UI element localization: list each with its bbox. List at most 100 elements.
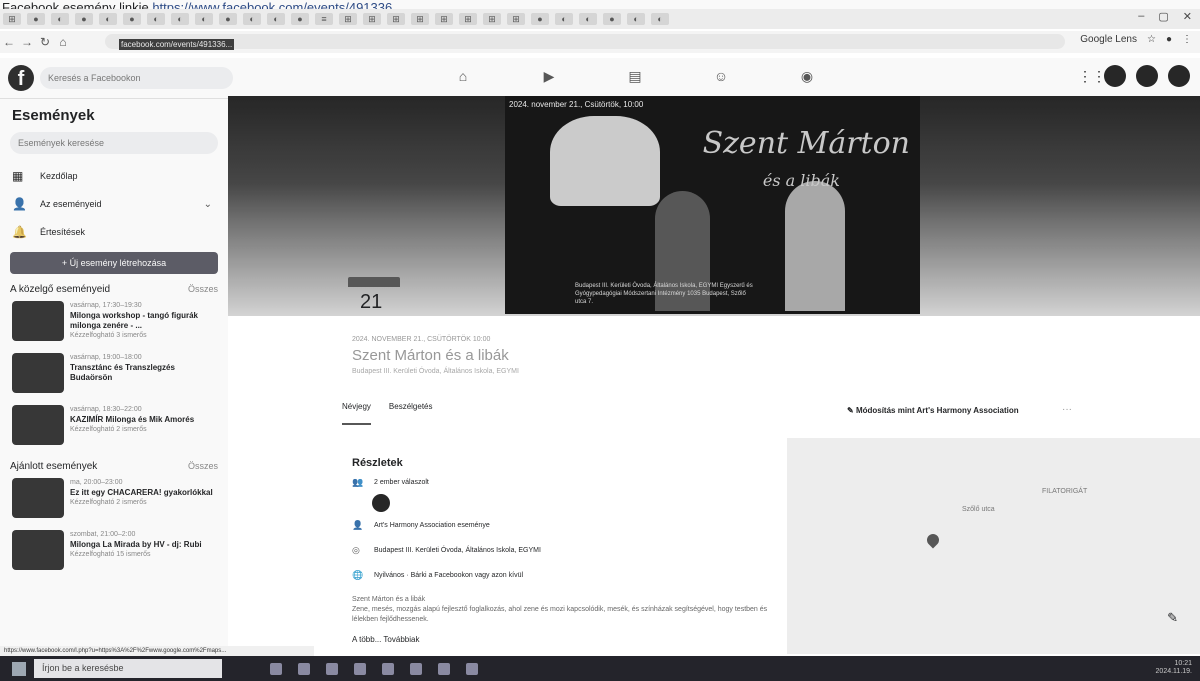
browser-tab[interactable]: ● xyxy=(291,13,309,25)
browser-tab[interactable]: ⊞ xyxy=(363,13,381,25)
details-title: Részletek xyxy=(352,457,403,469)
responder-avatar[interactable] xyxy=(372,494,390,512)
sidebar-item-home[interactable]: ▦ Kezdőlap xyxy=(0,162,228,190)
upcoming-see-all-link[interactable]: Összes xyxy=(188,284,218,295)
taskbar-app-icon[interactable] xyxy=(382,662,394,675)
bell-icon: 🔔 xyxy=(12,225,27,239)
host-text[interactable]: Art's Harmony Association eseménye xyxy=(374,522,490,529)
location-map[interactable]: FILATORIGÁT Szőlő utca ✎ xyxy=(787,438,1200,654)
back-icon[interactable]: ← xyxy=(0,35,18,49)
home-icon[interactable]: ⌂ xyxy=(420,68,506,85)
url-field[interactable]: facebook.com/events/491336... xyxy=(105,34,1065,50)
windows-start-icon[interactable] xyxy=(12,661,26,676)
browser-tab[interactable]: ⊞ xyxy=(483,13,501,25)
browser-tab[interactable]: ⊞ xyxy=(411,13,429,25)
browser-tab[interactable]: ● xyxy=(123,13,141,25)
suggested-see-all-link[interactable]: Összes xyxy=(188,461,218,472)
browser-tab[interactable]: ⊞ xyxy=(387,13,405,25)
google-lens-button[interactable]: Google Lens xyxy=(1080,34,1137,45)
list-item[interactable]: vasárnap, 18:30–22:00 KAZIMÍR Milonga és … xyxy=(0,399,228,451)
taskbar-app-icon[interactable] xyxy=(354,662,366,675)
forward-icon[interactable]: → xyxy=(18,35,36,49)
location-row: ◎ Budapest III. Kerületi Óvoda, Általáno… xyxy=(352,545,782,556)
more-options-button[interactable]: ··· xyxy=(1062,404,1072,415)
taskbar-app-icon[interactable] xyxy=(438,662,450,675)
browser-tab[interactable]: ◐ xyxy=(627,13,645,25)
window-controls: – ▢ ✕ xyxy=(1138,10,1192,23)
browser-tab[interactable]: ◐ xyxy=(171,13,189,25)
reload-icon[interactable]: ↻ xyxy=(36,35,54,49)
location-text[interactable]: Budapest III. Kerületi Óvoda, Általános … xyxy=(374,547,541,554)
event-title: Transztánc és Transzlegzés Budaörsön xyxy=(70,363,175,382)
marketplace-icon[interactable]: ▤ xyxy=(592,68,678,85)
event-people: Kézzelfogható 3 ismerős xyxy=(70,332,147,339)
edit-as-page-button[interactable]: ✎ Módosítás mint Art's Harmony Associati… xyxy=(847,406,1019,415)
taskbar-search-input[interactable]: Írjon be a keresésbe xyxy=(34,659,222,678)
taskbar-app-icon[interactable] xyxy=(298,662,310,675)
browser-tab[interactable]: ● xyxy=(603,13,621,25)
browser-tab[interactable]: ⊞ xyxy=(507,13,525,25)
event-people: Kézzelfogható 2 ismerős xyxy=(70,426,147,433)
browser-tab[interactable]: ◐ xyxy=(651,13,669,25)
status-url: https://www.facebook.com/l.php?u=https%3… xyxy=(0,646,314,656)
browser-tab[interactable]: ◐ xyxy=(267,13,285,25)
browser-tab[interactable]: ⊞ xyxy=(459,13,477,25)
event-cover-image: 2024. november 21., Csütörtök, 10:00 Sze… xyxy=(505,96,920,314)
browser-tab[interactable]: ⊞ xyxy=(339,13,357,25)
browser-tab[interactable]: ◐ xyxy=(555,13,573,25)
bookmark-icon[interactable]: ☆ xyxy=(1147,34,1156,45)
close-button[interactable]: ✕ xyxy=(1183,10,1192,23)
home-icon[interactable]: ⌂ xyxy=(54,35,72,49)
browser-tab[interactable]: ◐ xyxy=(51,13,69,25)
browser-tab[interactable]: ● xyxy=(531,13,549,25)
list-item[interactable]: szombat, 21:00–2:00 Milonga La Mirada by … xyxy=(0,524,228,576)
browser-tab[interactable]: ● xyxy=(219,13,237,25)
see-more-link[interactable]: A több... Továbbiak xyxy=(352,635,782,644)
taskbar-app-icon[interactable] xyxy=(270,662,282,675)
sidebar-item-your-events[interactable]: 👤 Az eseményeid ⌄ xyxy=(0,190,228,218)
facebook-main-nav: ⌂ ▶ ▤ ☺ ◉ xyxy=(420,68,850,85)
video-icon[interactable]: ▶ xyxy=(506,68,592,85)
taskbar-app-icon[interactable] xyxy=(410,662,422,675)
facebook-logo[interactable]: f xyxy=(8,65,34,91)
taskbar-app-icon[interactable] xyxy=(466,662,478,675)
maximize-button[interactable]: ▢ xyxy=(1158,10,1168,23)
menu-icon[interactable]: ⋮ xyxy=(1182,34,1192,45)
create-event-button[interactable]: + Új esemény létrehozása xyxy=(10,252,218,274)
browser-tab[interactable]: ◐ xyxy=(147,13,165,25)
browser-tab[interactable]: ◐ xyxy=(99,13,117,25)
menu-grid-icon[interactable]: ⋮⋮ xyxy=(1078,68,1106,84)
groups-icon[interactable]: ☺ xyxy=(678,68,764,85)
browser-tab[interactable]: ≡ xyxy=(315,13,333,25)
person-icon: 👤 xyxy=(12,197,27,211)
messenger-icon[interactable] xyxy=(1104,65,1126,87)
list-item[interactable]: vasárnap, 17:30–19:30 Milonga workshop - … xyxy=(0,295,228,347)
cover-script-title: Szent Márton xyxy=(702,126,910,161)
notifications-icon[interactable] xyxy=(1136,65,1158,87)
taskbar-app-icon[interactable] xyxy=(326,662,338,675)
events-search-input[interactable]: Események keresése xyxy=(10,132,218,154)
sidebar-item-notifications[interactable]: 🔔 Értesítések xyxy=(0,218,228,246)
gaming-icon[interactable]: ◉ xyxy=(764,68,850,85)
browser-tab[interactable]: ● xyxy=(27,13,45,25)
browser-tab[interactable]: ◐ xyxy=(243,13,261,25)
browser-tab-strip: ⊞ ● ◐ ● ◐ ● ◐ ◐ ◐ ● ◐ ◐ ● ≡ ⊞ ⊞ ⊞ ⊞ ⊞ ⊞ ⊞ ⊞ ● ◐ ◐ ● ◐ ◐ xyxy=(0,9,1200,29)
facebook-search-input[interactable]: Keresés a Facebookon xyxy=(40,67,233,89)
tab-discussion[interactable]: Beszélgetés xyxy=(389,402,433,425)
chevron-down-icon[interactable]: ⌄ xyxy=(204,199,212,210)
list-item[interactable]: ma, 20:00–23:00 Ez itt egy CHACARERA! gya… xyxy=(0,472,228,524)
edit-icon[interactable]: ✎ xyxy=(1167,610,1178,626)
tab-about[interactable]: Névjegy xyxy=(342,402,371,425)
cover-date: 2024. november 21., Csütörtök, 10:00 xyxy=(509,100,644,109)
avatar[interactable] xyxy=(1168,65,1190,87)
browser-tab[interactable]: ⊞ xyxy=(435,13,453,25)
profile-icon[interactable]: ● xyxy=(1166,34,1172,45)
minimize-button[interactable]: – xyxy=(1138,10,1144,23)
browser-tab[interactable]: ● xyxy=(75,13,93,25)
windows-taskbar: Írjon be a keresésbe 10:21 2024.11.19. xyxy=(0,656,1200,681)
list-item[interactable]: vasárnap, 19:00–18:00 Transztánc és Trans… xyxy=(0,347,228,399)
facebook-account-controls: ⋮⋮ xyxy=(1078,65,1190,87)
browser-tab[interactable]: ◐ xyxy=(579,13,597,25)
browser-tab[interactable]: ⊞ xyxy=(3,13,21,25)
browser-tab[interactable]: ◐ xyxy=(195,13,213,25)
